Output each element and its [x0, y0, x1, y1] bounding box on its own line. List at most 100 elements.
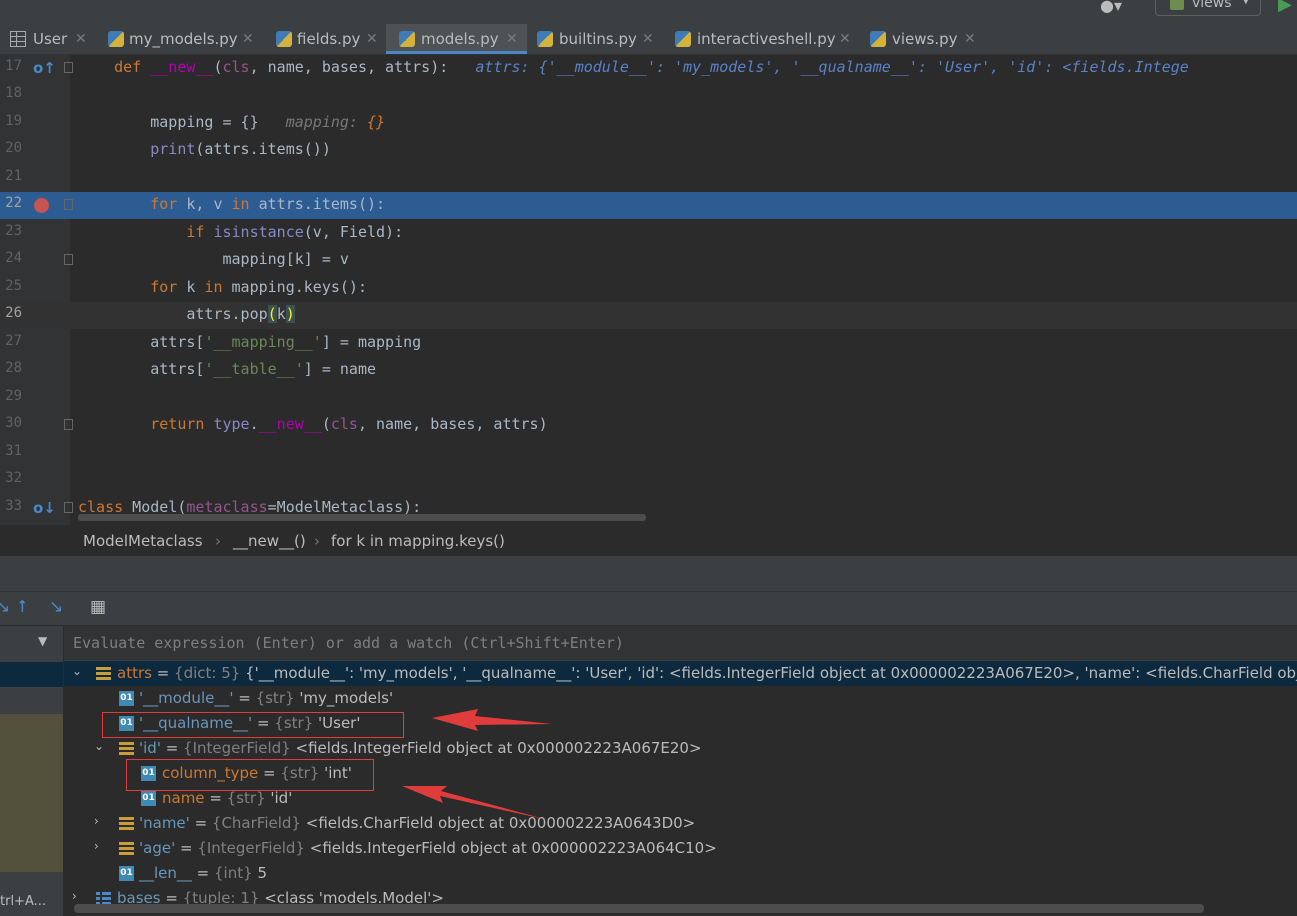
tab-user[interactable]: User ✕	[0, 24, 96, 54]
editor-tabs: User ✕ my_models.py ✕ fields.py ✕ models…	[0, 24, 1297, 55]
annotation-box-column-type	[126, 759, 374, 791]
execution-line[interactable]: 22 for k, v in attrs.items():	[0, 192, 1297, 219]
overriding-method-icon[interactable]: o↑	[33, 59, 56, 77]
tab-label: fields.py	[297, 30, 361, 48]
evaluate-bar	[64, 626, 1297, 661]
evaluate-input[interactable]	[64, 626, 1297, 660]
fold-icon[interactable]	[64, 62, 73, 73]
code-line[interactable]: 19 mapping = {} mapping: {}	[0, 110, 1297, 137]
line-number: 22	[5, 195, 22, 211]
code-text: for k in mapping.keys():	[150, 278, 367, 296]
code-text: mapping[k] = v	[78, 250, 349, 268]
library-frames[interactable]	[0, 714, 63, 872]
variable-name: __len__	[139, 864, 192, 882]
annotation-box-qualname	[102, 712, 404, 738]
breadcrumb-item[interactable]: for k in mapping.keys()	[331, 532, 505, 550]
tab-label: User	[33, 30, 68, 48]
code-line[interactable]: 28 attrs['__table__'] = name	[0, 357, 1297, 384]
chevron-right-icon[interactable]: ›	[72, 889, 77, 903]
variable-name: 'age'	[139, 839, 176, 857]
fold-icon[interactable]	[64, 419, 73, 430]
tab-label: views.py	[892, 30, 958, 48]
code-line[interactable]: 21	[0, 165, 1297, 192]
code-line[interactable]: 17 o↑ def __new__(cls, name, bases, attr…	[0, 55, 1297, 82]
code-editor[interactable]: 17 o↑ def __new__(cls, name, bases, attr…	[0, 55, 1297, 525]
python-file-icon	[870, 31, 886, 47]
user-icon[interactable]: ●▾	[1100, 0, 1122, 15]
close-icon[interactable]: ✕	[642, 24, 654, 54]
horizontal-scrollbar[interactable]	[78, 514, 646, 521]
line-number: 31	[5, 443, 22, 459]
fold-icon[interactable]	[64, 254, 73, 265]
run-config-selector[interactable]: views ▼	[1155, 0, 1261, 16]
tab-views[interactable]: views.py ✕	[861, 24, 985, 54]
variable-name: 'id'	[139, 739, 161, 757]
variable-row[interactable]: ⌄ 'id' = {IntegerField} <fields.IntegerF…	[64, 736, 1297, 761]
code-line[interactable]: 27 attrs['__mapping__'] = mapping	[0, 330, 1297, 357]
tab-models[interactable]: models.py ✕	[386, 24, 527, 54]
variable-value: <fields.IntegerField object at 0x0000022…	[309, 839, 717, 857]
implemented-icon[interactable]: o↓	[33, 499, 56, 517]
python-file-icon	[108, 31, 124, 47]
close-icon[interactable]: ✕	[242, 24, 254, 54]
code-line[interactable]: 23 if isinstance(v, Field):	[0, 220, 1297, 247]
step-icon[interactable]: ↘	[0, 597, 10, 617]
evaluate-table-icon[interactable]: ▦	[90, 597, 106, 617]
selected-frame[interactable]	[0, 662, 63, 687]
close-icon[interactable]: ✕	[839, 24, 851, 54]
chevron-down-icon[interactable]: ▼	[38, 634, 47, 648]
run-to-cursor-icon[interactable]: ↘	[49, 597, 63, 617]
horizontal-scrollbar[interactable]	[74, 904, 1204, 913]
line-number: 26	[5, 305, 22, 321]
chevron-down-icon[interactable]: ⌄	[72, 664, 82, 678]
variable-text: attrs = {dict: 5} {'__module__': 'my_mod…	[117, 664, 1297, 682]
code-line[interactable]: 31	[0, 440, 1297, 467]
close-icon[interactable]: ✕	[964, 24, 976, 54]
close-icon[interactable]: ✕	[366, 24, 378, 54]
tab-label: interactiveshell.py	[697, 30, 836, 48]
breadcrumb-item[interactable]: ModelMetaclass	[83, 532, 203, 550]
fold-icon[interactable]	[64, 199, 73, 210]
step-out-icon[interactable]: ⭡	[18, 597, 26, 617]
chevron-down-icon: ▼	[1242, 0, 1250, 6]
code-line[interactable]: 25 for k in mapping.keys():	[0, 275, 1297, 302]
line-number: 23	[5, 223, 22, 239]
line-number: 33	[5, 498, 22, 514]
breadcrumb-separator-icon: ›	[215, 532, 221, 550]
variable-row[interactable]: ⌄ attrs = {dict: 5} {'__module__': 'my_m…	[64, 661, 1297, 686]
close-icon[interactable]: ✕	[75, 24, 87, 54]
tab-my-models[interactable]: my_models.py ✕	[96, 24, 266, 54]
line-number: 30	[5, 415, 22, 431]
variable-row[interactable]: › 'age' = {IntegerField} <fields.Integer…	[64, 836, 1297, 861]
chevron-right-icon[interactable]: ›	[94, 814, 99, 828]
tab-fields[interactable]: fields.py ✕	[266, 24, 386, 54]
breadcrumb: ModelMetaclass › __new__() › for k in ma…	[0, 527, 1297, 555]
breadcrumb-item[interactable]: __new__()	[233, 532, 306, 550]
breakpoint-icon[interactable]	[34, 198, 49, 213]
code-line[interactable]: 32	[0, 467, 1297, 494]
variable-row[interactable]: 01 '__module__' = {str} 'my_models'	[64, 686, 1297, 711]
dict-icon	[96, 666, 111, 681]
caret-line[interactable]: 26 attrs.pop(k)	[0, 302, 1297, 329]
code-line[interactable]: 29	[0, 385, 1297, 412]
code-line[interactable]: 30 return type.__new__(cls, name, bases,…	[0, 412, 1297, 439]
tab-interactiveshell[interactable]: interactiveshell.py ✕	[665, 24, 861, 54]
code-line[interactable]: 18	[0, 82, 1297, 109]
run-config-label: views	[1192, 0, 1232, 11]
code-line[interactable]: 24 mapping[k] = v	[0, 247, 1297, 274]
chevron-down-icon[interactable]: ⌄	[94, 739, 104, 753]
close-icon[interactable]: ✕	[506, 24, 518, 54]
variable-row[interactable]: › 'name' = {CharField} <fields.CharField…	[64, 811, 1297, 836]
variable-value: <fields.IntegerField object at 0x0000022…	[295, 739, 702, 757]
inline-value-hint: attrs: {'__module__': 'my_models', '__qu…	[475, 58, 1189, 76]
code-line[interactable]: 20 print(attrs.items())	[0, 137, 1297, 164]
variable-value: {'__module__': 'my_models', '__qualname_…	[245, 664, 1297, 682]
chevron-right-icon[interactable]: ›	[94, 839, 99, 853]
tab-builtins[interactable]: builtins.py ✕	[527, 24, 665, 54]
variable-row[interactable]: 01 __len__ = {int} 5	[64, 861, 1297, 886]
fold-icon[interactable]	[64, 502, 73, 513]
run-icon[interactable]: ▶	[1278, 0, 1292, 15]
line-number: 18	[5, 85, 22, 101]
line-number: 27	[5, 333, 22, 349]
inline-value-hint-value: {}	[367, 113, 386, 131]
